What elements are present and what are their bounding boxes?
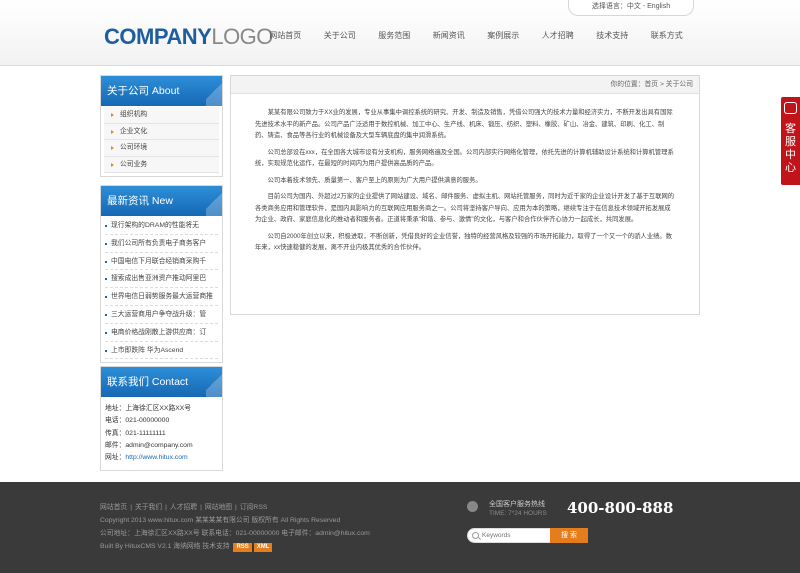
footer-text: 网站首页 | 关于我们 | 人才招聘 | 网站地图 | 订阅RSS Copyright 2013… <box>100 501 370 553</box>
sidebar-item-organization[interactable]: 组织机构 <box>104 107 219 124</box>
sidebar-news-title-text: 最新资讯 New <box>107 195 173 207</box>
article-body: 某某有限公司致力于XX业的发展，专业从事集中调控系统的研究、开发、制造及销售，凭… <box>231 94 699 254</box>
nav-cases[interactable]: 案例展示 <box>476 30 531 42</box>
search-button[interactable]: 搜 索 <box>550 528 588 543</box>
news-item[interactable]: 电商价格战刚散上游供应商：订 <box>105 324 218 342</box>
hotline-number: 400-800-888 <box>567 499 674 517</box>
news-item[interactable]: 世界电信日弱势服务最大运营商推 <box>105 288 218 306</box>
customer-service-label: 客服中心 <box>785 123 796 174</box>
phone-icon <box>467 501 478 512</box>
contact-phone: 电话：021-00000000 <box>105 417 170 425</box>
nav-news[interactable]: 新闻资讯 <box>422 30 477 42</box>
article-paragraph: 公司总部设在xxx，在全国各大城市设有分支机构，服务网络遍及全国。公司内部实行网… <box>255 148 674 168</box>
nav-support[interactable]: 技术支持 <box>585 30 640 42</box>
news-item[interactable]: 搜索成出售亚洲资产推动阿里巴 <box>105 270 218 289</box>
footer-link-home[interactable]: 网站首页 <box>100 504 127 511</box>
nav-contact[interactable]: 联系方式 <box>640 30 695 42</box>
title-corner-decoration <box>206 367 222 397</box>
article-paragraph: 公司自2000年创立以来，积极进取，不断创新，凭借良好的企业信誉，独特的经营风格… <box>255 232 673 252</box>
main-nav: 网站首页 关于公司 服务范围 新闻资讯 案例展示 人才招聘 技术支持 联系方式 <box>258 30 694 42</box>
footer-address: 公司地址：上海徐汇区XX路XX号 联系电话：021-00000000 电子邮件：… <box>100 530 370 537</box>
sidebar-about: 关于公司 About 组织机构 企业文化 公司环境 公司业务 <box>100 75 223 177</box>
contact-website: 网址：http://www.hitux.com <box>105 452 218 464</box>
xml-badge[interactable]: XML <box>253 543 273 552</box>
sidebar-about-title-text: 关于公司 About <box>107 85 180 97</box>
footer-search: 搜 索 <box>467 528 588 543</box>
footer-link-rss[interactable]: 订阅RSS <box>240 504 268 511</box>
footer-link-sitemap[interactable]: 网站地图 <box>205 504 232 511</box>
news-item[interactable]: 上市即跌阵 华为Ascend <box>105 342 218 360</box>
news-item[interactable]: 三大运营商用户争夺战升级：管 <box>105 306 218 324</box>
article-paragraph: 某某有限公司致力于XX业的发展，专业从事集中调控系统的研究、开发、制造及销售，凭… <box>255 109 673 139</box>
sidebar-contact: 联系我们 Contact 地址：上海徐汇区XX路XX号 电话：021-00000… <box>100 366 223 472</box>
sidebar-item-culture[interactable]: 企业文化 <box>104 123 219 140</box>
sidebar-news: 最新资讯 New 现行架构的DRAM的性能将无 我们公司所有负责电子商务客户 中… <box>100 185 223 364</box>
hotline-label: 全国客户服务热线 <box>489 501 545 508</box>
sidebar-contact-title: 联系我们 Contact <box>101 367 222 397</box>
company-logo[interactable]: COMPANYLOGO <box>104 24 273 50</box>
hotline-hours: TIME: 7*24 HOURS <box>489 510 547 517</box>
article-paragraph: 目前公司为国内、外超过2万家的企业提供了网站建设、域名、邮件服务、虚拟主机、网站… <box>255 193 675 223</box>
main-content: 你的位置：首页 > 关于公司 某某有限公司致力于XX业的发展，专业从事集中调控系… <box>230 75 700 315</box>
news-item[interactable]: 中国电信下月联合经销商采购千 <box>105 253 218 271</box>
logo-bold-text: COMPANY <box>104 24 212 49</box>
language-switcher[interactable]: 选择语言：中文 - English <box>568 0 694 16</box>
news-list: 现行架构的DRAM的性能将无 我们公司所有负责电子商务客户 中国电信下月联合经销… <box>101 216 222 362</box>
title-corner-decoration <box>206 186 222 216</box>
customer-service-tab[interactable]: 客服中心 <box>781 97 800 185</box>
contact-email: 邮件：admin@company.com <box>105 441 193 449</box>
news-item[interactable]: 我们公司所有负责电子商务客户 <box>105 235 218 253</box>
news-item[interactable]: 现行架构的DRAM的性能将无 <box>105 217 218 235</box>
contact-website-link[interactable]: http://www.hitux.com <box>125 454 187 461</box>
title-corner-decoration <box>206 76 222 106</box>
footer-link-jobs[interactable]: 人才招聘 <box>170 504 197 511</box>
article-paragraph: 公司本着技术领先、质量第一、客户至上的原则为广大用户提供满意的服务。 <box>267 176 482 184</box>
contact-fax: 传真：021-11111111 <box>105 429 166 437</box>
nav-jobs[interactable]: 人才招聘 <box>531 30 586 42</box>
sidebar-news-title: 最新资讯 New <box>101 186 222 216</box>
contact-website-label: 网址： <box>105 454 126 462</box>
contact-address: 地址：上海徐汇区XX路XX号 <box>105 405 192 412</box>
sidebar-about-list: 组织机构 企业文化 公司环境 公司业务 <box>101 106 222 176</box>
footer: 网站首页 | 关于我们 | 人才招聘 | 网站地图 | 订阅RSS Copyright 2013… <box>0 482 800 573</box>
sidebar-contact-title-text: 联系我们 Contact <box>107 376 189 388</box>
search-icon <box>472 532 479 539</box>
nav-home[interactable]: 网站首页 <box>258 30 313 42</box>
footer-link-about[interactable]: 关于我们 <box>135 504 162 511</box>
sidebar-item-business[interactable]: 公司业务 <box>104 156 219 173</box>
header: 选择语言：中文 - English COMPANYLOGO 网站首页 关于公司 … <box>0 0 800 66</box>
chat-bubble-icon <box>784 102 797 114</box>
breadcrumb: 你的位置：首页 > 关于公司 <box>231 76 699 94</box>
nav-services[interactable]: 服务范围 <box>367 30 422 42</box>
nav-about[interactable]: 关于公司 <box>313 30 368 42</box>
rss-badge[interactable]: RSS <box>233 543 252 552</box>
footer-built-text: Built By HituxCMS V2.1 海纳网络 技术支持 <box>100 543 230 550</box>
contact-info: 地址：上海徐汇区XX路XX号 电话：021-00000000 传真：021-11… <box>101 397 222 470</box>
footer-built: Built By HituxCMS V2.1 海纳网络 技术支持 RSS XML <box>100 540 370 553</box>
search-input[interactable] <box>482 530 552 541</box>
sidebar-item-environment[interactable]: 公司环境 <box>104 140 219 157</box>
sidebar-about-title: 关于公司 About <box>101 76 222 106</box>
footer-copyright: Copyright 2013 www.hitux.com 某某某某有限公司 版权… <box>100 517 341 524</box>
footer-links: 网站首页 | 关于我们 | 人才招聘 | 网站地图 | 订阅RSS <box>100 504 268 511</box>
